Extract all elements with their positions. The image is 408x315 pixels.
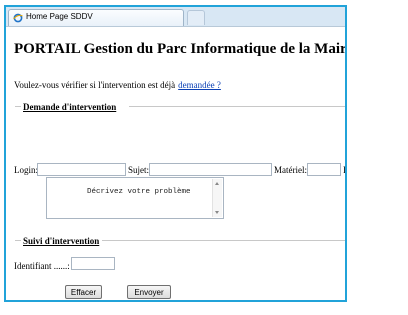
extra-label: I xyxy=(343,165,346,175)
browser-tab[interactable]: Home Page SDDV xyxy=(8,9,184,26)
identifiant-input[interactable] xyxy=(71,257,115,270)
tab-bar: Home Page SDDV xyxy=(6,7,345,27)
verify-question: Voulez-vous vérifier si l'intervention e… xyxy=(14,80,221,90)
sujet-input[interactable] xyxy=(149,163,272,176)
fieldset-line-left xyxy=(15,106,21,107)
page-title: PORTAIL Gestion du Parc Informatique de … xyxy=(14,41,347,57)
demandee-link[interactable]: demandée ? xyxy=(178,80,221,90)
demande-legend: Demande d'intervention xyxy=(23,102,117,112)
scroll-down-icon[interactable] xyxy=(215,211,219,214)
submit-button[interactable]: Envoyer xyxy=(127,285,171,299)
sujet-label: Sujet: xyxy=(128,165,150,175)
textarea-scrollbar[interactable] xyxy=(212,179,222,217)
description-text: Décrivez votre problème xyxy=(69,188,191,196)
browser-window: Home Page SDDV PORTAIL Gestion du Parc I… xyxy=(4,5,347,302)
login-label: Login: xyxy=(14,165,38,175)
suivi-line-left xyxy=(15,240,21,241)
new-tab-button[interactable] xyxy=(187,10,205,25)
ie-icon xyxy=(13,13,23,23)
suivi-legend: Suivi d'intervention xyxy=(23,236,100,246)
scroll-up-icon[interactable] xyxy=(215,182,219,185)
verify-question-text: Voulez-vous vérifier si l'intervention e… xyxy=(14,80,176,90)
materiel-label: Matériel: xyxy=(274,165,307,175)
suivi-line-right xyxy=(102,240,345,241)
description-textarea[interactable]: Décrivez votre problème xyxy=(46,177,224,219)
login-input[interactable] xyxy=(37,163,126,176)
identifiant-label: Identifiant ......: xyxy=(14,261,70,271)
clear-button[interactable]: Effacer xyxy=(65,285,102,299)
tab-title: Home Page SDDV xyxy=(26,12,93,21)
fieldset-line-right xyxy=(129,106,345,107)
materiel-input[interactable] xyxy=(307,163,341,176)
